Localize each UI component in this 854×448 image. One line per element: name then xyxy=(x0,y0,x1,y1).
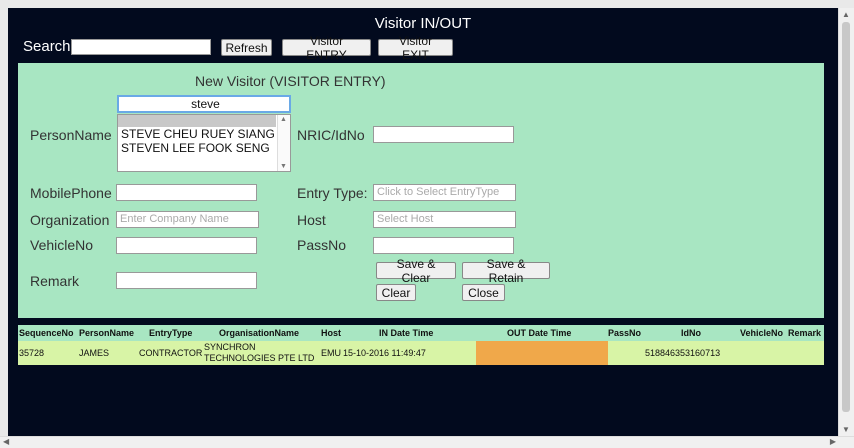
col-person-name[interactable]: PersonName xyxy=(79,328,134,338)
col-organisation-name[interactable]: OrganisationName xyxy=(219,328,299,338)
organization-label: Organization xyxy=(30,212,110,228)
cell-organisation-line1: SYNCHRON xyxy=(204,342,256,352)
save-retain-button[interactable]: Save & Retain xyxy=(462,257,550,285)
page-title: Visitor IN/OUT xyxy=(374,15,472,32)
save-clear-button[interactable]: Save & Clear xyxy=(376,257,456,285)
form-title: New Visitor (VISITOR ENTRY) xyxy=(195,73,386,89)
list-header xyxy=(118,115,276,127)
person-name-input[interactable]: steve xyxy=(117,95,291,113)
close-button[interactable]: Close xyxy=(462,284,505,301)
entry-type-label: Entry Type: xyxy=(297,185,368,201)
scroll-down-icon[interactable]: ▼ xyxy=(280,163,287,170)
visitor-exit-button[interactable]: Visitor EXIT xyxy=(378,34,453,62)
search-input[interactable] xyxy=(71,39,211,55)
search-label: Search: xyxy=(23,38,75,55)
refresh-button[interactable]: Refresh xyxy=(221,39,272,56)
col-remark[interactable]: Remark xyxy=(788,328,821,338)
remark-label: Remark xyxy=(30,273,80,289)
scroll-left-icon[interactable]: ◀ xyxy=(3,437,9,446)
cell-out-date-time[interactable] xyxy=(476,341,608,365)
mobile-label: MobilePhone xyxy=(30,185,112,201)
vehicle-input[interactable] xyxy=(116,237,257,254)
cell-sequence-no: 35728 xyxy=(19,348,45,358)
list-item[interactable]: STEVEN LEE FOOK SENG xyxy=(118,141,290,155)
host-label: Host xyxy=(297,212,326,228)
person-name-label: PersonName xyxy=(30,127,112,143)
cell-id-no: 518846353160713 xyxy=(645,348,721,358)
vehicle-label: VehicleNo xyxy=(30,237,94,253)
scroll-right-icon[interactable]: ▶ xyxy=(830,437,836,446)
pass-label: PassNo xyxy=(297,237,347,253)
col-sequence-no[interactable]: SequenceNo xyxy=(19,328,74,338)
clear-button[interactable]: Clear xyxy=(376,284,416,301)
cell-host: EMU xyxy=(321,348,341,358)
col-in-date-time[interactable]: IN Date Time xyxy=(379,328,433,338)
col-pass-no[interactable]: PassNo xyxy=(608,328,641,338)
nric-input[interactable] xyxy=(373,126,514,143)
col-out-date-time[interactable]: OUT Date Time xyxy=(507,328,571,338)
person-suggestion-list[interactable]: STEVE CHEU RUEY SIANG STEVEN LEE FOOK SE… xyxy=(117,114,291,172)
cell-person-name: JAMES xyxy=(79,348,110,358)
remark-input[interactable] xyxy=(116,272,257,289)
mobile-input[interactable] xyxy=(116,184,257,201)
list-item[interactable]: STEVE CHEU RUEY SIANG xyxy=(118,127,290,141)
scroll-down-icon[interactable]: ▼ xyxy=(842,425,850,434)
cell-entry-type: CONTRACTOR xyxy=(139,348,203,358)
list-scrollbar[interactable]: ▲ ▼ xyxy=(277,115,290,171)
organization-input[interactable]: Enter Company Name xyxy=(116,211,259,228)
vertical-scrollbar[interactable]: ▲ ▼ xyxy=(838,8,854,436)
cell-in-date-time: 15-10-2016 11:49:47 xyxy=(343,348,426,358)
visitor-entry-button[interactable]: Visitor ENTRY xyxy=(282,34,371,62)
col-host[interactable]: Host xyxy=(321,328,341,338)
scroll-thumb[interactable] xyxy=(842,22,850,412)
entry-type-select[interactable]: Click to Select EntryType xyxy=(373,184,516,201)
pass-input[interactable] xyxy=(373,237,514,254)
scroll-up-icon[interactable]: ▲ xyxy=(280,116,287,123)
cell-organisation-line2: TECHNOLOGIES PTE LTD xyxy=(204,353,315,363)
col-vehicle-no[interactable]: VehicleNo xyxy=(740,328,783,338)
col-entry-type[interactable]: EntryType xyxy=(149,328,192,338)
horizontal-scrollbar[interactable]: ◀ ▶ xyxy=(0,436,854,448)
nric-label: NRIC/IdNo xyxy=(297,127,365,143)
table-row[interactable]: 35728 JAMES CONTRACTOR SYNCHRON TECHNOLO… xyxy=(18,341,824,365)
host-select[interactable]: Select Host xyxy=(373,211,516,228)
table-header: SequenceNo PersonName EntryType Organisa… xyxy=(18,325,824,341)
scroll-up-icon[interactable]: ▲ xyxy=(842,10,850,19)
col-id-no[interactable]: IdNo xyxy=(681,328,701,338)
